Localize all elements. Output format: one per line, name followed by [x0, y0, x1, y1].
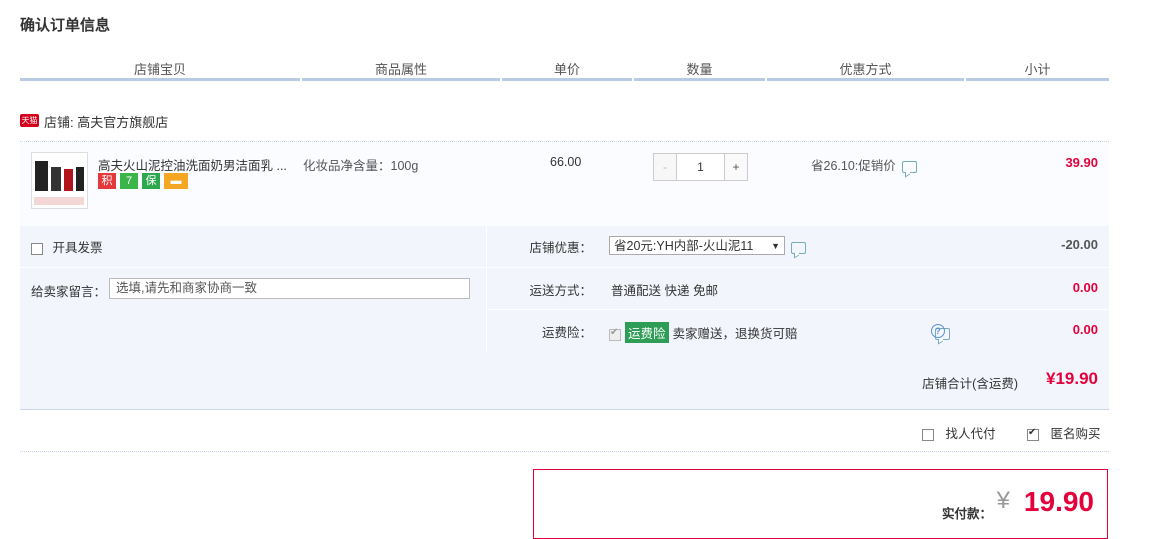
product-thumbnail[interactable] — [31, 152, 88, 209]
currency-symbol: ¥ — [996, 487, 1010, 514]
shop-discount-select[interactable]: 省20元:YH内部-火山泥11 ▼ — [609, 236, 785, 255]
anonymous-label: 匿名购买 — [1050, 427, 1101, 441]
comment-icon[interactable] — [791, 241, 806, 254]
shop-total-label: 店铺合计(含运费) — [922, 377, 1018, 391]
col-header-discount: 优惠方式 — [839, 62, 892, 77]
invoice-option[interactable]: 开具发票 — [31, 237, 103, 256]
col-bar — [502, 78, 632, 81]
anonymous-checkbox[interactable] — [1027, 427, 1039, 441]
product-attribute: 化妆品净含量：100g — [303, 159, 419, 173]
insurance-tag: 运费险 — [625, 322, 669, 343]
divider — [487, 309, 1109, 310]
col-bar — [966, 78, 1109, 81]
shipping-method: 普通配送 快递 免邮 — [611, 284, 718, 298]
proxy-pay-option[interactable]: 找人代付 — [922, 423, 996, 442]
col-header-unit-price: 单价 — [553, 62, 580, 77]
page-title: 确认订单信息 — [20, 17, 111, 34]
col-header-shop-item: 店铺宝贝 — [133, 62, 186, 77]
col-bar — [767, 78, 964, 81]
col-header-attribute: 商品属性 — [374, 62, 427, 77]
help-icon[interactable]: ? — [931, 324, 945, 338]
chevron-down-icon: ▼ — [771, 241, 780, 251]
shop-discount-amount: -20.00 — [1061, 237, 1098, 252]
invoice-label: 开具发票 — [52, 241, 103, 255]
shop-name[interactable]: 店铺: 高夫官方旗舰店 — [44, 112, 168, 131]
shop-discount-value: 省20元:YH内部-火山泥11 — [614, 239, 754, 253]
col-bar — [302, 78, 500, 81]
shop-total-amount: ¥19.90 — [1046, 369, 1098, 388]
divider — [20, 451, 1109, 452]
comment-icon[interactable] — [901, 160, 917, 173]
card-payment-icon: ▬ — [164, 173, 188, 189]
proxy-pay-checkbox[interactable] — [922, 428, 934, 441]
tmall-icon: 天猫 — [20, 114, 39, 127]
shipping-insurance: 运费险卖家赠送，退换货可赔 — [609, 322, 798, 343]
insurance-checkbox — [609, 327, 621, 341]
message-label: 给卖家留言： — [31, 285, 107, 299]
item-subtotal: 39.90 — [1065, 155, 1098, 170]
divider — [20, 267, 486, 268]
seller-message-input[interactable]: 选填,请先和商家协商一致 — [109, 278, 470, 299]
final-payment-box — [533, 469, 1108, 539]
shipping-label: 运送方式： — [529, 284, 592, 298]
col-header-subtotal: 小计 — [1024, 62, 1051, 77]
shop-discount-label: 店铺优惠： — [529, 241, 592, 255]
col-header-quantity: 数量 — [686, 62, 713, 77]
quantity-input[interactable]: 1 — [677, 154, 724, 180]
col-bar — [20, 78, 300, 81]
final-payment-amount: 19.90 — [1023, 486, 1094, 517]
seven-day-return-icon: 7 — [120, 173, 138, 189]
insurance-amount: 0.00 — [1072, 322, 1098, 337]
points-icon: 积 — [98, 173, 116, 189]
divider — [487, 267, 1109, 268]
invoice-checkbox[interactable] — [31, 242, 43, 255]
shop-header: 天猫 店铺: 高夫官方旗舰店 — [20, 112, 1109, 140]
promotion-text: 省26.10:促销价 — [811, 159, 896, 173]
proxy-pay-label: 找人代付 — [945, 427, 996, 441]
unit-price: 66.00 — [550, 155, 582, 169]
col-bar — [634, 78, 765, 81]
service-badges: 积 7 保 ▬ — [98, 173, 192, 191]
guarantee-icon: 保 — [142, 173, 160, 189]
insurance-text: 卖家赠送，退换货可赔 — [672, 327, 798, 341]
divider — [486, 226, 487, 353]
insurance-label: 运费险： — [541, 326, 592, 340]
shipping-amount: 0.00 — [1072, 280, 1098, 295]
final-payment-label: 实付款： — [941, 507, 992, 521]
quantity-decrease-button[interactable]: - — [654, 154, 677, 180]
quantity-stepper: - 1 + — [653, 153, 748, 181]
quantity-increase-button[interactable]: + — [724, 154, 747, 180]
anonymous-purchase-option[interactable]: 匿名购买 — [1027, 423, 1101, 442]
promotion-info: 省26.10:促销价 — [811, 155, 917, 174]
